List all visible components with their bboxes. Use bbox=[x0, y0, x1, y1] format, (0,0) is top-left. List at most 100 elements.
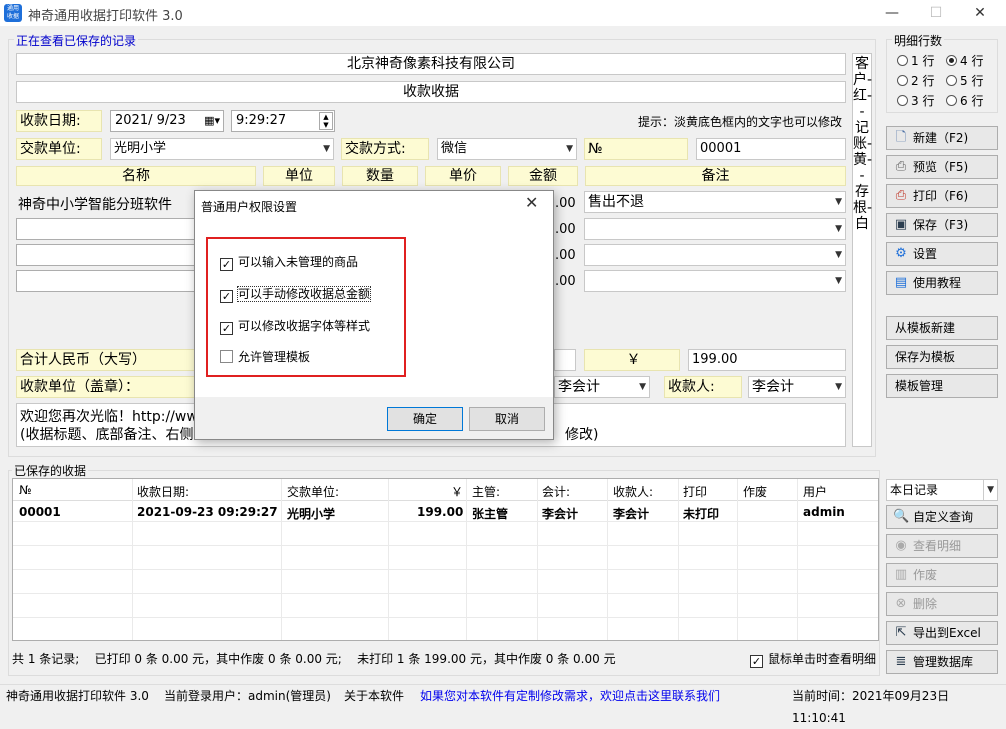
save-template-button[interactable]: 保存为模板 bbox=[886, 345, 998, 369]
ok-button[interactable]: 确定 bbox=[387, 407, 463, 431]
contact-link[interactable]: 如果您对本软件有定制修改需求，欢迎点击这里联系我们 bbox=[420, 685, 720, 707]
th-receiver[interactable]: 收款人: bbox=[613, 483, 653, 500]
payer-combo[interactable]: 光明小学 ▼ bbox=[110, 138, 334, 160]
status-bar: 神奇通用收据打印软件 3.0 当前登录用户：admin(管理员) 关于本软件 如… bbox=[0, 684, 1006, 725]
option-unmanaged-goods[interactable]: ✓ 可以输入未管理的商品 bbox=[220, 253, 358, 271]
cancel-button[interactable]: 取消 bbox=[469, 407, 545, 431]
accountant-combo[interactable]: 李会计 ▼ bbox=[554, 376, 650, 398]
print-button[interactable]: ⎙ 打印（F6) bbox=[886, 184, 998, 208]
table-row-no[interactable]: 00001 bbox=[19, 505, 61, 519]
minimize-button[interactable]: — bbox=[870, 0, 914, 26]
row1-remark-combo[interactable]: 售出不退 ▼ bbox=[584, 191, 846, 213]
th-amount[interactable]: ￥ bbox=[451, 483, 463, 500]
total-value[interactable]: 199.00 bbox=[688, 349, 846, 371]
col-name-header[interactable]: 名称 bbox=[16, 166, 256, 186]
dialog-footer: 确定 取消 bbox=[195, 397, 553, 439]
th-manager[interactable]: 主管: bbox=[472, 483, 500, 500]
row3-amount[interactable]: .00 bbox=[555, 248, 576, 263]
seal-label[interactable]: 收款单位（盖章）： bbox=[16, 376, 196, 398]
rows-option-1[interactable]: 1 行 bbox=[897, 52, 934, 69]
rows-option-6[interactable]: 6 行 bbox=[946, 92, 983, 109]
settings-button[interactable]: ⚙ 设置 bbox=[886, 242, 998, 266]
filter-combo[interactable]: 本日记录 ▼ bbox=[886, 479, 998, 501]
manage-db-button[interactable]: ≣ 管理数据库 bbox=[886, 650, 998, 674]
receipt-title-field[interactable]: 收款收据 bbox=[16, 81, 846, 103]
export-excel-button[interactable]: ⇱ 导出到Excel bbox=[886, 621, 998, 645]
table-row-date[interactable]: 2021-09-23 09:29:27 bbox=[137, 505, 278, 519]
save-button[interactable]: ▣ 保存（F3) bbox=[886, 213, 998, 237]
view-detail-button[interactable]: ◉ 查看明细 bbox=[886, 534, 998, 558]
col-unit-header[interactable]: 单位 bbox=[263, 166, 335, 186]
row1-amount[interactable]: .00 bbox=[555, 196, 576, 211]
table-row-amount[interactable]: 199.00 bbox=[417, 505, 463, 519]
th-printed[interactable]: 打印 bbox=[683, 483, 707, 500]
rows-option-2[interactable]: 2 行 bbox=[897, 72, 934, 89]
rows-option-5[interactable]: 5 行 bbox=[946, 72, 983, 89]
th-payer[interactable]: 交款单位: bbox=[287, 483, 339, 500]
payer-label[interactable]: 交款单位: bbox=[16, 138, 102, 160]
total-amount-tail[interactable] bbox=[554, 349, 576, 371]
time-picker[interactable]: 9:29:27 ▲ ▼ bbox=[231, 110, 335, 132]
about-link[interactable]: 关于本软件 bbox=[344, 685, 404, 707]
side-copies-text[interactable]: 客户-红--记账-黄--存根-白 bbox=[852, 53, 872, 447]
th-date[interactable]: 收款日期: bbox=[137, 483, 189, 500]
table-row-accountant[interactable]: 李会计 bbox=[542, 505, 578, 522]
receiver-combo[interactable]: 李会计 ▼ bbox=[748, 376, 846, 398]
new-button[interactable]: 🗋 新建（F2) bbox=[886, 126, 998, 150]
row4-name[interactable] bbox=[16, 270, 196, 292]
no-field[interactable]: 00001 bbox=[696, 138, 846, 160]
spinner-icon[interactable]: ▲ ▼ bbox=[319, 112, 333, 130]
dialog-close-icon[interactable]: ✕ bbox=[525, 193, 538, 212]
preview-button[interactable]: ⎙ 预览（F5) bbox=[886, 155, 998, 179]
col-amount-header[interactable]: 金额 bbox=[508, 166, 578, 186]
rows-option-4[interactable]: 4 行 bbox=[946, 52, 983, 69]
from-template-button[interactable]: 从模板新建 bbox=[886, 316, 998, 340]
maximize-button[interactable]: ☐ bbox=[914, 0, 958, 26]
row2-amount[interactable]: .00 bbox=[555, 222, 576, 237]
row3-remark-combo[interactable]: ▼ bbox=[584, 244, 846, 266]
table-row-manager[interactable]: 张主管 bbox=[472, 505, 508, 522]
table-row-printed[interactable]: 未打印 bbox=[683, 505, 719, 522]
saved-table[interactable]: № 收款日期: 交款单位: ￥ 主管: 会计: 收款人: 打印 作废 用户 00… bbox=[12, 478, 879, 641]
company-field[interactable]: 北京神奇像素科技有限公司 bbox=[16, 53, 846, 75]
click-detail-checkbox[interactable]: ✓ 鼠标单击时查看明细 bbox=[750, 650, 876, 668]
rows-option-label: 6 行 bbox=[960, 94, 984, 108]
table-row-user[interactable]: admin bbox=[803, 505, 845, 519]
table-row-receiver[interactable]: 李会计 bbox=[613, 505, 649, 522]
currency-symbol[interactable]: ￥ bbox=[584, 349, 680, 371]
th-void[interactable]: 作废 bbox=[743, 483, 767, 500]
rows-option-3[interactable]: 3 行 bbox=[897, 92, 934, 109]
preview-printer-icon: ⎙ bbox=[895, 159, 907, 174]
method-combo[interactable]: 微信 ▼ bbox=[437, 138, 577, 160]
manage-template-button[interactable]: 模板管理 bbox=[886, 374, 998, 398]
date-label[interactable]: 收款日期: bbox=[16, 110, 102, 132]
option-modify-font[interactable]: ✓ 可以修改收据字体等样式 bbox=[220, 317, 370, 335]
row4-amount[interactable]: .00 bbox=[555, 274, 576, 289]
row3-name[interactable] bbox=[16, 244, 196, 266]
option-manage-template[interactable]: 允许管理模板 bbox=[220, 348, 310, 365]
col-qty-header[interactable]: 数量 bbox=[342, 166, 418, 186]
void-button[interactable]: ▥ 作废 bbox=[886, 563, 998, 587]
row2-name[interactable] bbox=[16, 218, 196, 240]
total-label[interactable]: 合计人民币（大写） bbox=[16, 349, 196, 371]
close-button[interactable]: ✕ bbox=[958, 0, 1002, 26]
option-modify-total[interactable]: ✓ 可以手动修改收据总金额 bbox=[220, 285, 372, 303]
row2-remark-combo[interactable]: ▼ bbox=[584, 218, 846, 240]
status-app: 神奇通用收据打印软件 3.0 bbox=[6, 689, 149, 703]
tutorial-button[interactable]: ▤ 使用教程 bbox=[886, 271, 998, 295]
date-picker[interactable]: 2021/ 9/23 ▦▾ bbox=[110, 110, 224, 132]
row1-name[interactable]: 神奇中小学智能分班软件 bbox=[18, 194, 172, 214]
no-label[interactable]: № bbox=[584, 138, 688, 160]
receiver-label[interactable]: 收款人: bbox=[664, 376, 742, 398]
delete-button[interactable]: ⊗ 删除 bbox=[886, 592, 998, 616]
calendar-icon[interactable]: ▦▾ bbox=[204, 111, 220, 131]
method-label[interactable]: 交款方式: bbox=[341, 138, 429, 160]
table-row-payer[interactable]: 光明小学 bbox=[287, 505, 335, 522]
col-remark-header[interactable]: 备注 bbox=[585, 166, 846, 186]
th-no[interactable]: № bbox=[19, 483, 31, 497]
col-price-header[interactable]: 单价 bbox=[425, 166, 501, 186]
th-accountant[interactable]: 会计: bbox=[542, 483, 570, 500]
custom-query-button[interactable]: 🔍 自定义查询 bbox=[886, 505, 998, 529]
row4-remark-combo[interactable]: ▼ bbox=[584, 270, 846, 292]
th-user[interactable]: 用户 bbox=[803, 483, 827, 500]
